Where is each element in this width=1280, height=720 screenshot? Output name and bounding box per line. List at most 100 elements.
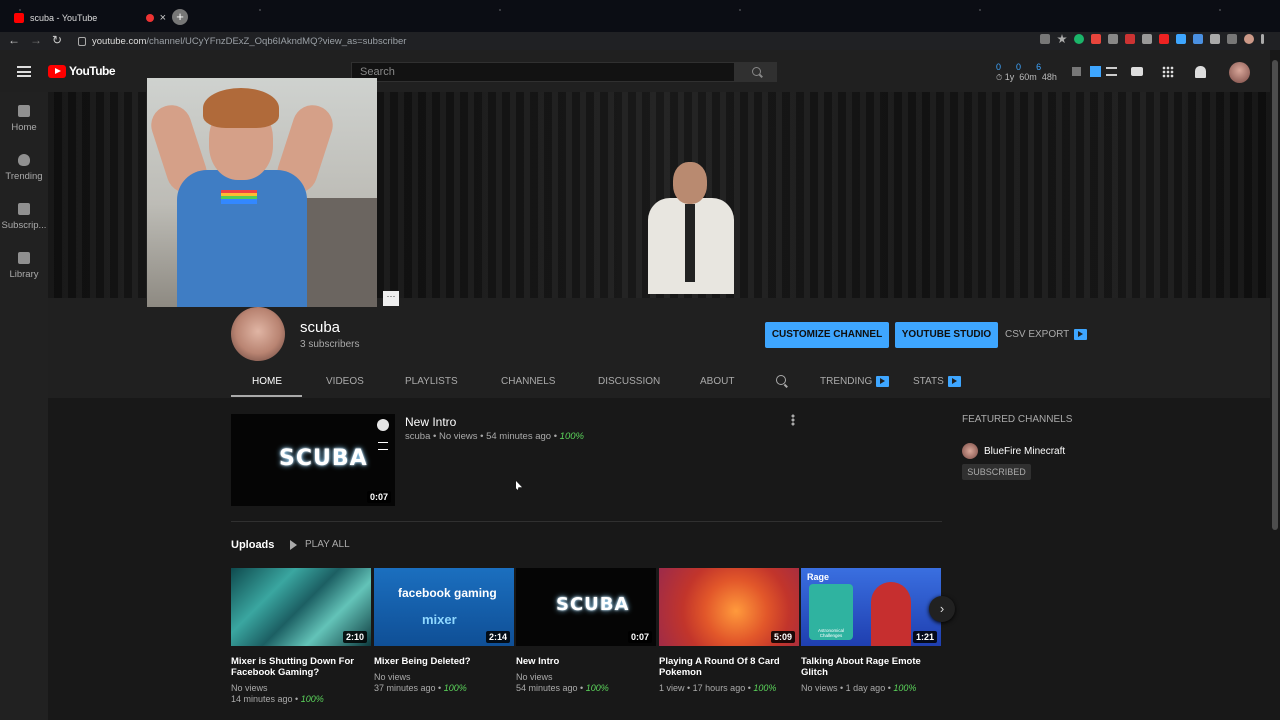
section-divider bbox=[231, 521, 942, 522]
browser-tabbar: scuba - YouTube × + bbox=[0, 0, 1280, 32]
account-avatar[interactable] bbox=[1229, 62, 1250, 83]
more-menu-icon[interactable] bbox=[1261, 34, 1264, 44]
video-card[interactable]: Rage Astronomical Challenges 1:21 Talkin… bbox=[801, 568, 941, 694]
subscribed-button[interactable]: SUBSCRIBED bbox=[962, 464, 1031, 480]
tab-home[interactable]: HOME bbox=[252, 376, 282, 387]
scrollbar-thumb[interactable] bbox=[1272, 60, 1278, 530]
video-thumbnail[interactable]: 5:09 bbox=[659, 568, 799, 646]
next-arrow-button[interactable]: › bbox=[929, 596, 955, 622]
video-age: 14 minutes ago • bbox=[231, 694, 299, 704]
red-extension-icon[interactable] bbox=[1091, 34, 1101, 44]
video-card[interactable]: 2:10 Mixer is Shutting Down For Facebook… bbox=[231, 568, 371, 705]
page-scrollbar[interactable] bbox=[1270, 50, 1280, 720]
tab-stats[interactable]: STATS bbox=[913, 376, 961, 387]
search-input[interactable]: Search bbox=[351, 62, 735, 82]
browser-tab[interactable]: scuba - YouTube × bbox=[8, 6, 166, 30]
gray-extension-icon[interactable] bbox=[1108, 34, 1118, 44]
featured-video-meta-text: scuba • No views • 54 minutes ago • bbox=[405, 431, 558, 442]
more-options-icon[interactable] bbox=[791, 414, 795, 426]
vidiq-icon[interactable] bbox=[1090, 66, 1101, 77]
play-all-button[interactable]: PLAY ALL bbox=[290, 539, 350, 550]
video-views: No views bbox=[231, 683, 268, 693]
stat-d: 1y bbox=[1004, 72, 1015, 82]
vidiq-extension-icon[interactable] bbox=[1176, 34, 1186, 44]
video-card[interactable]: facebook gaming mixer 2:14 Mixer Being D… bbox=[374, 568, 514, 694]
add-to-queue-icon[interactable] bbox=[378, 442, 388, 450]
extension-icon[interactable] bbox=[1142, 34, 1152, 44]
notifications-bell-icon[interactable] bbox=[1195, 66, 1206, 78]
sidebar-item-library[interactable]: Library bbox=[0, 252, 48, 280]
tab-label: HOME bbox=[252, 376, 282, 387]
bookmark-star-icon[interactable] bbox=[1057, 34, 1067, 44]
featured-video-thumbnail[interactable]: SCUBA 0:07 bbox=[231, 414, 395, 506]
tab-trending[interactable]: TRENDING bbox=[820, 376, 890, 387]
video-title[interactable]: New Intro bbox=[516, 656, 656, 667]
featured-channel-avatar bbox=[962, 443, 978, 459]
grid-toggle-icon[interactable] bbox=[1072, 67, 1081, 76]
list-icon[interactable] bbox=[1106, 67, 1117, 76]
channel-search-icon[interactable] bbox=[776, 375, 788, 387]
featured-video-title[interactable]: New Intro bbox=[405, 415, 456, 429]
video-thumbnail[interactable]: Rage Astronomical Challenges 1:21 bbox=[801, 568, 941, 646]
tab-playlists[interactable]: PLAYLISTS bbox=[405, 376, 458, 387]
browser-tab-title: scuba - YouTube bbox=[30, 13, 98, 23]
video-title[interactable]: Mixer Being Deleted? bbox=[374, 656, 514, 667]
new-tab-button[interactable]: + bbox=[172, 9, 188, 25]
video-views: 1 view • 17 hours ago • bbox=[659, 683, 751, 693]
video-percent: 100% bbox=[585, 683, 609, 693]
sidebar-item-subscriptions[interactable]: Subscrip... bbox=[0, 203, 48, 231]
stat-f: 48h bbox=[1041, 72, 1057, 82]
video-card[interactable]: 5:09 Playing A Round Of 8 Card Pokemon 1… bbox=[659, 568, 799, 694]
featured-channel-name: BlueFire Minecraft bbox=[984, 445, 1066, 457]
camera-extension-icon[interactable] bbox=[1040, 34, 1050, 44]
tab-about[interactable]: ABOUT bbox=[700, 376, 734, 387]
rec-extension-icon[interactable] bbox=[1125, 34, 1135, 44]
search-button[interactable] bbox=[735, 62, 777, 82]
vidiq-stats-widget[interactable]: 0 0 6 ⏱ 1y 60m 48h bbox=[996, 62, 1070, 86]
video-card[interactable]: SCUBA 0:07 New Intro No views 54 minutes… bbox=[516, 568, 656, 694]
create-video-icon[interactable] bbox=[1131, 67, 1143, 76]
hamburger-menu-icon[interactable] bbox=[17, 66, 31, 77]
video-title[interactable]: Mixer is Shutting Down For Facebook Gami… bbox=[231, 656, 371, 678]
sidebar-item-label: Subscrip... bbox=[1, 220, 47, 231]
sidebar-item-trending[interactable]: Trending bbox=[0, 154, 48, 182]
webcam-options-button[interactable]: ··· bbox=[383, 291, 399, 306]
reload-icon[interactable]: ↻ bbox=[52, 33, 62, 47]
profile-icon[interactable] bbox=[1244, 34, 1254, 44]
csv-export-button[interactable]: CSV EXPORT bbox=[1005, 329, 1088, 340]
sidebar-item-home[interactable]: Home bbox=[0, 105, 48, 133]
music-extension-icon[interactable] bbox=[1227, 34, 1237, 44]
youtube-studio-button[interactable]: YOUTUBE STUDIO bbox=[895, 322, 998, 348]
url-field[interactable]: youtube.com/channel/UCyYFnzDExZ_Oqb6IAkn… bbox=[78, 34, 1038, 48]
video-thumbnail[interactable]: facebook gaming mixer 2:14 bbox=[374, 568, 514, 646]
video-title[interactable]: Talking About Rage Emote Glitch bbox=[801, 656, 941, 678]
apps-icon[interactable] bbox=[1162, 66, 1174, 78]
stat-a: 0 bbox=[996, 62, 1002, 72]
youtube-extension-icon[interactable] bbox=[1159, 34, 1169, 44]
thumbnail-character bbox=[871, 582, 911, 646]
thumbnail-facebook-text: facebook gaming bbox=[398, 586, 497, 600]
featured-channel-item[interactable]: BlueFire Minecraft bbox=[962, 443, 1065, 459]
back-icon[interactable]: ← bbox=[8, 33, 20, 47]
video-meta: No views 37 minutes ago • 100% bbox=[374, 672, 514, 694]
video-title[interactable]: Playing A Round Of 8 Card Pokemon bbox=[659, 656, 799, 678]
close-tab-icon[interactable]: × bbox=[160, 12, 166, 24]
puzzle-icon[interactable] bbox=[1210, 34, 1220, 44]
iq-extension-icon[interactable] bbox=[1193, 34, 1203, 44]
customize-channel-button[interactable]: CUSTOMIZE CHANNEL bbox=[765, 322, 889, 348]
uploads-heading[interactable]: Uploads bbox=[231, 539, 274, 551]
watch-later-icon[interactable] bbox=[377, 419, 389, 431]
timer-icon: ⏱ bbox=[996, 73, 1003, 82]
channel-name: scuba bbox=[300, 319, 341, 336]
video-thumbnail[interactable]: SCUBA 0:07 bbox=[516, 568, 656, 646]
forward-icon[interactable]: → bbox=[30, 33, 42, 47]
green-extension-icon[interactable] bbox=[1074, 34, 1084, 44]
duration-badge: 0:07 bbox=[366, 491, 391, 503]
video-meta: No views • 1 day ago • 100% bbox=[801, 683, 941, 694]
tab-channels[interactable]: CHANNELS bbox=[501, 376, 555, 387]
tab-discussion[interactable]: DISCUSSION bbox=[598, 376, 660, 387]
tab-label: TRENDING bbox=[820, 376, 873, 387]
youtube-logo[interactable]: YouTube bbox=[48, 64, 116, 78]
video-thumbnail[interactable]: 2:10 bbox=[231, 568, 371, 646]
tab-videos[interactable]: VIDEOS bbox=[326, 376, 364, 387]
